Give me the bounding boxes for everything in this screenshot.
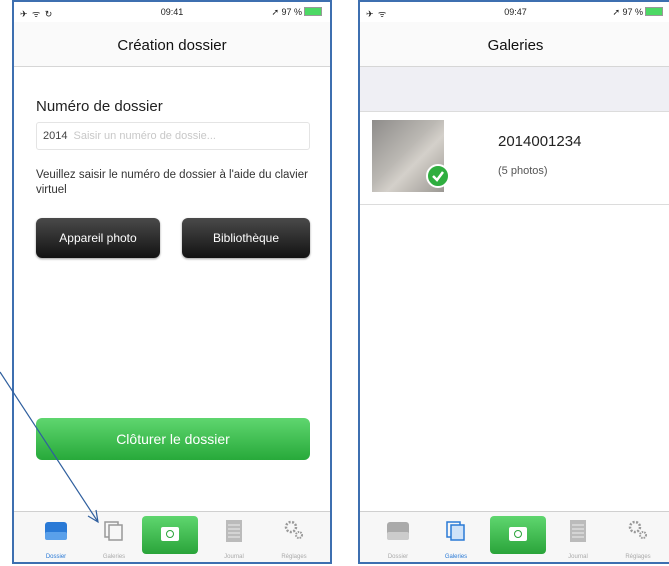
- input-placeholder: Saisir un numéro de dossie...: [73, 130, 216, 142]
- status-bar: ✈ ᯤ 09:47 ➚ 97 %: [360, 2, 669, 22]
- tab-label: Dossier: [387, 554, 409, 560]
- tab-label: Galeries: [102, 554, 126, 560]
- camera-icon: [161, 527, 179, 541]
- tab-label: Galeries: [444, 554, 468, 560]
- battery-icon: [645, 7, 663, 16]
- battery-percent: ➚ 97 %: [612, 7, 643, 17]
- tab-bar: Dossier Galeries Journal Réglages: [14, 511, 330, 562]
- input-prefix: 2014: [43, 130, 68, 142]
- navigation-bar: Création dossier: [14, 22, 330, 67]
- library-button[interactable]: Bibliothèque: [182, 218, 310, 258]
- close-folder-button[interactable]: Clôturer le dossier: [36, 418, 310, 460]
- checkmark-icon: [426, 164, 450, 188]
- folder-icon: [45, 522, 67, 540]
- gear-icon: [628, 520, 647, 539]
- tab-label: Journal: [224, 554, 244, 560]
- journal-icon: [570, 520, 586, 542]
- left-phone-screen: ✈ ᯤ ↻ 09:41 ➚ 97 % Création dossier Numé…: [12, 0, 332, 564]
- battery-icon: [304, 7, 322, 16]
- gallery-count: (5 photos): [498, 165, 548, 177]
- tab-label: Réglages: [281, 554, 307, 560]
- gallery-icon: [446, 521, 465, 541]
- navigation-bar: Galeries: [360, 22, 669, 67]
- tab-dossier[interactable]: Dossier: [26, 512, 86, 562]
- tab-label: Réglages: [625, 554, 651, 560]
- gear-icon: [284, 520, 303, 539]
- tab-galeries[interactable]: Galeries: [426, 512, 486, 562]
- tab-bar: Dossier Galeries Journal Réglages: [360, 511, 669, 562]
- camera-tab[interactable]: [142, 516, 198, 554]
- tab-label: Dossier: [45, 554, 67, 560]
- gallery-icon: [104, 521, 123, 541]
- help-text: Veuillez saisir le numéro de dossier à l…: [36, 169, 308, 196]
- gallery-row[interactable]: 2014001234 (5 photos): [360, 112, 669, 205]
- gallery-thumbnail: [372, 120, 450, 192]
- page-title: Création dossier: [117, 37, 227, 54]
- battery-percent: ➚ 97 %: [271, 7, 302, 17]
- camera-tab[interactable]: [490, 516, 546, 554]
- camera-icon: [509, 527, 527, 541]
- section-header: [360, 67, 669, 112]
- tab-galeries[interactable]: Galeries: [84, 512, 144, 562]
- tab-label: Journal: [568, 554, 588, 560]
- gallery-title: 2014001234: [498, 133, 582, 150]
- right-phone-screen: ✈ ᯤ 09:47 ➚ 97 % Galeries 2014001234 (5 …: [358, 0, 669, 564]
- folder-icon: [387, 522, 409, 540]
- folder-number-input[interactable]: 2014 Saisir un numéro de dossie...: [36, 122, 310, 150]
- tab-journal[interactable]: Journal: [204, 512, 264, 562]
- status-battery: ➚ 97 %: [612, 7, 663, 18]
- page-title: Galeries: [487, 37, 544, 54]
- tab-reglages[interactable]: Réglages: [264, 512, 324, 562]
- camera-button[interactable]: Appareil photo: [36, 218, 160, 258]
- status-bar: ✈ ᯤ ↻ 09:41 ➚ 97 %: [14, 2, 330, 22]
- status-battery: ➚ 97 %: [271, 7, 322, 18]
- tab-journal[interactable]: Journal: [548, 512, 608, 562]
- journal-icon: [226, 520, 242, 542]
- tab-dossier[interactable]: Dossier: [368, 512, 428, 562]
- folder-number-label: Numéro de dossier: [36, 98, 163, 115]
- tab-reglages[interactable]: Réglages: [608, 512, 668, 562]
